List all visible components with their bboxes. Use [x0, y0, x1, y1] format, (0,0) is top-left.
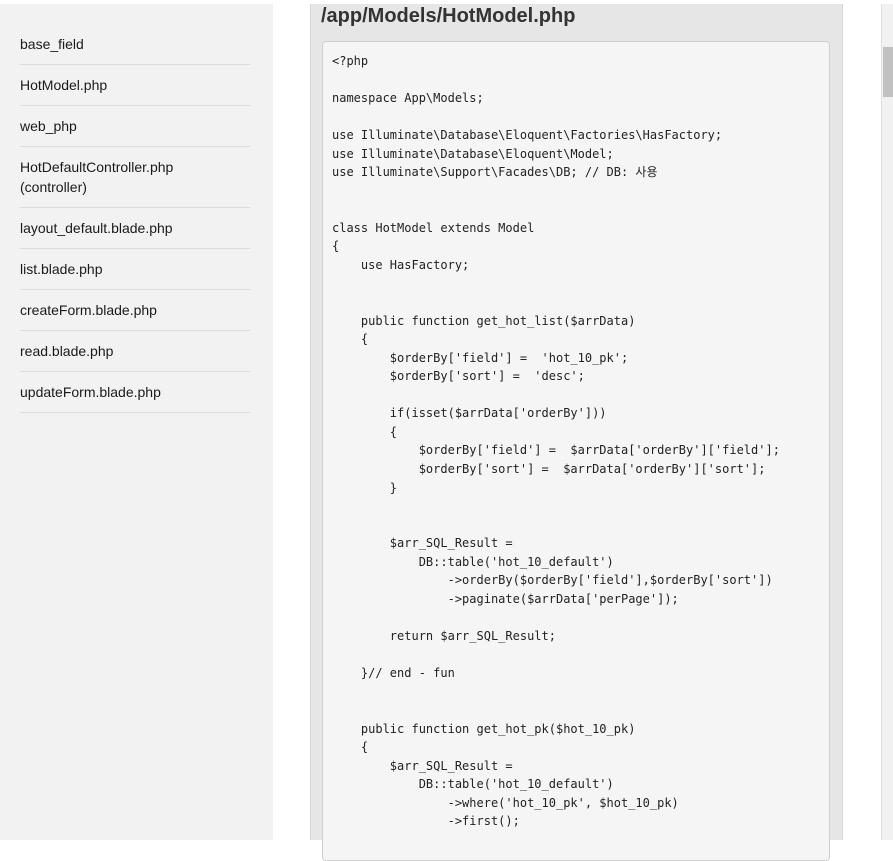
sidebar-item-label: HotModel.php — [20, 77, 108, 93]
sidebar-item-read-blade[interactable]: read.blade.php — [20, 331, 250, 372]
sidebar-item-label: layout_default.blade.php — [20, 220, 173, 236]
code-panel: /app/Models/HotModel.php <?php namespace… — [310, 4, 843, 861]
sidebar-item-hotdefaultcontroller[interactable]: HotDefaultController.php (controller) — [20, 147, 250, 208]
sidebar-item-list-blade[interactable]: list.blade.php — [20, 249, 250, 290]
sidebar-item-label: list.blade.php — [20, 261, 103, 277]
sidebar-item-label: createForm.blade.php — [20, 302, 157, 318]
sidebar-item-web-php[interactable]: web_php — [20, 106, 250, 147]
sidebar-item-hotmodel[interactable]: HotModel.php — [20, 65, 250, 106]
sidebar-nav: base_field HotModel.php web_php HotDefau… — [20, 24, 250, 413]
vertical-scrollbar[interactable] — [881, 4, 893, 840]
sidebar-item-updateform-blade[interactable]: updateForm.blade.php — [20, 372, 250, 413]
sidebar-item-label: HotDefaultController.php — [20, 159, 174, 175]
sidebar-item-layout-default[interactable]: layout_default.blade.php — [20, 208, 250, 249]
scrollbar-thumb[interactable] — [883, 47, 893, 97]
code-text[interactable]: <?php namespace App\Models; use Illumina… — [332, 52, 820, 831]
code-block: <?php namespace App\Models; use Illumina… — [322, 41, 830, 861]
main-content: /app/Models/HotModel.php <?php namespace… — [273, 4, 881, 861]
sidebar-item-sublabel: (controller) — [20, 179, 87, 195]
page-title: /app/Models/HotModel.php — [321, 5, 576, 27]
sidebar-item-createform-blade[interactable]: createForm.blade.php — [20, 290, 250, 331]
sidebar-item-label: web_php — [20, 118, 77, 134]
sidebar-item-label: base_field — [20, 36, 84, 52]
sidebar-item-label: updateForm.blade.php — [20, 384, 161, 400]
sidebar: base_field HotModel.php web_php HotDefau… — [0, 4, 273, 840]
sidebar-item-label: read.blade.php — [20, 343, 114, 359]
sidebar-item-base-field[interactable]: base_field — [20, 24, 250, 65]
